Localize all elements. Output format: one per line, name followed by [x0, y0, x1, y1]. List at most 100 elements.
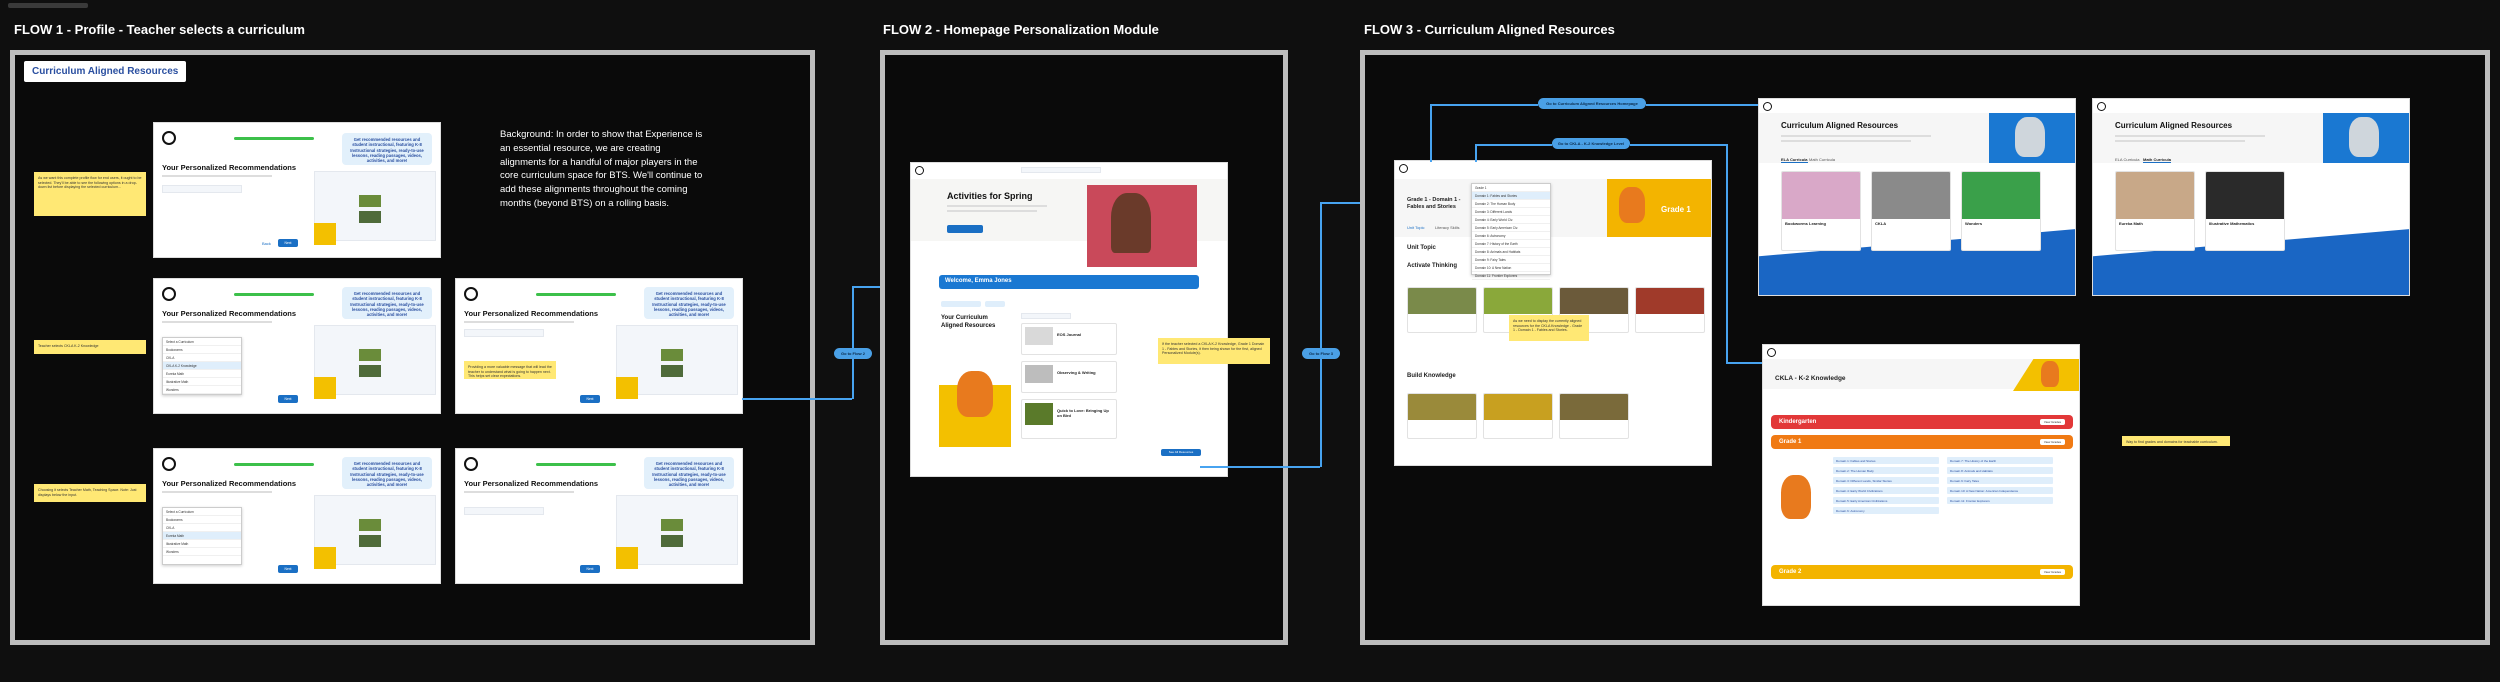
resource-card[interactable]: Observing & Writing [1021, 361, 1117, 393]
robot-mascot [957, 371, 993, 417]
brand-logo [1399, 164, 1408, 173]
curriculum-card[interactable]: Wonders [1961, 171, 2041, 251]
resource-title: Quick to Love: Bringing Up on Bird [1057, 408, 1109, 418]
view-grades-tag[interactable]: View Grades [2039, 439, 2065, 445]
domain-chip[interactable]: Domain 6: Astronomy [1833, 507, 1939, 514]
hero-title: Activities for Spring [947, 191, 1033, 201]
next-button[interactable]: Next [278, 239, 298, 247]
profile-screen-1: Your Personalized Recommendations Get re… [153, 122, 441, 258]
grade-row-grade-2[interactable]: Grade 2 View Grades [1771, 565, 2073, 579]
view-grades-tag[interactable]: View Grades [2039, 419, 2065, 425]
grade-row-kindergarten[interactable]: Kindergarten View Grades [1771, 415, 2073, 429]
brand-logo [2097, 102, 2106, 111]
flow-connector [1430, 104, 1538, 106]
info-bubble: Get recommended resources and student in… [342, 457, 432, 489]
resource-card[interactable] [1559, 393, 1629, 439]
next-button[interactable]: Next [278, 565, 298, 573]
welcome-text: Welcome, Emma Jones [945, 278, 1012, 284]
unit-heading: Grade 1 - Domain 1 - Fables and Stories [1407, 197, 1461, 211]
flow-connector [742, 398, 852, 400]
resource-card[interactable] [1635, 287, 1705, 333]
curriculum-card[interactable]: CKLA [1871, 171, 1951, 251]
thumbnail [661, 519, 683, 531]
domain-dropdown[interactable]: Grade 1 Domain 1: Fables and Stories Domai… [1471, 183, 1551, 280]
resource-title: EOS Journal [1057, 332, 1082, 337]
curriculum-dropdown[interactable]: Select a Curriculum Bookworms CKLA Eureka M… [162, 507, 242, 565]
curriculum-card[interactable]: Illustrative Mathematics [2205, 171, 2285, 251]
sticky-note: Choosing it selects Teacher Math, Teachi… [34, 484, 146, 502]
domain-chip[interactable]: Domain 2: The Human Body [1833, 467, 1939, 474]
robot-mascot [1781, 475, 1811, 519]
tab-ela[interactable]: ELA Curricula [2115, 157, 2139, 162]
car-screen-math: Curriculum Aligned Resources ELA Curricu… [2092, 98, 2410, 296]
domain-chip[interactable]: Domain 7: The History of the Earth [1947, 457, 2053, 464]
brand-logo [1763, 102, 1772, 111]
profile-screen-3: Your Personalized Recommendations Provid… [455, 278, 743, 414]
brand-logo [464, 287, 478, 301]
next-button[interactable]: Next [580, 395, 600, 403]
homepage-screen: Activities for Spring Welcome, Emma Jone… [910, 162, 1228, 477]
tab-math[interactable]: Math Curricula [1809, 157, 1835, 162]
thumbnail [661, 535, 683, 547]
filter-chip[interactable] [985, 301, 1005, 307]
resource-title: Observing & Writing [1057, 370, 1096, 375]
flow-connector [852, 286, 854, 399]
screen-title: Your Personalized Recommendations [464, 479, 599, 488]
explore-button[interactable] [947, 225, 983, 233]
tab-math[interactable]: Math Curricula [2143, 157, 2172, 163]
profile-screen-4: Your Personalized Recommendations Select… [153, 448, 441, 584]
next-button[interactable]: Next [580, 565, 600, 573]
ckla-screen: CKLA - K-2 Knowledge Kindergarten View G… [1762, 344, 2080, 606]
subtitle-line [464, 491, 574, 493]
view-grades-tag[interactable]: View Grades [2039, 569, 2065, 575]
info-bubble: Get recommended resources and student in… [644, 457, 734, 489]
tab-unit-topic[interactable]: Unit Topic [1407, 225, 1425, 230]
module-select[interactable] [1021, 313, 1071, 319]
curriculum-select[interactable] [162, 185, 242, 193]
domain-chip[interactable]: Domain 1: Fables and Stories [1833, 457, 1939, 464]
thumbnail [359, 535, 381, 547]
next-button[interactable]: Next [278, 395, 298, 403]
filter-chip[interactable] [941, 301, 981, 307]
domain-chip[interactable]: Domain 3: Different Lands, Similar Stori… [1833, 477, 1939, 484]
grade-badge: Grade 1 [1661, 205, 1691, 214]
resource-card[interactable] [1407, 393, 1477, 439]
thumbnail [1025, 403, 1053, 425]
tab-ela[interactable]: ELA Curricula [1781, 157, 1808, 163]
subtitle-line [162, 321, 272, 323]
ckla-title: CKLA - K-2 Knowledge [1775, 375, 1846, 382]
curriculum-select[interactable] [464, 507, 544, 515]
curriculum-card[interactable]: Eureka Math [2115, 171, 2195, 251]
card-title: CKLA [1875, 220, 1887, 226]
resource-card[interactable] [1407, 287, 1477, 333]
grade-row-grade-1[interactable]: Grade 1 View Grades [1771, 435, 2073, 449]
domain-chip[interactable]: Domain 4: Early World Civilizations [1833, 487, 1939, 494]
car-screen-ela: Curriculum Aligned Resources ELA Curricu… [1758, 98, 2076, 296]
thumbnail [1025, 327, 1053, 345]
curriculum-dropdown[interactable]: Select a Curriculum Bookworms CKLA CKLA K-2… [162, 337, 242, 395]
domain-chip[interactable]: Domain 10: A New Nation: American Indepe… [1947, 487, 2053, 494]
profile-screen-5: Your Personalized Recommendations Get re… [455, 448, 743, 584]
domain-chip[interactable]: Domain 5: Early American Civilizations [1833, 497, 1939, 504]
mascot-tile [314, 223, 336, 245]
tab-literacy-skills[interactable]: Literacy Skills [1435, 225, 1459, 230]
brand-logo [464, 457, 478, 471]
nav-pill-car[interactable]: Go to Curriculum Aligned Resources Homep… [1538, 98, 1646, 109]
domain-chip[interactable]: Domain 9: Fairy Tales [1947, 477, 2053, 484]
domain-chip[interactable]: Domain 11: Frontier Explorers [1947, 497, 2053, 504]
subtitle-line [464, 321, 574, 323]
hero-text [947, 205, 1047, 207]
nav-pill-ckla[interactable]: Go to CKLA - K-2 Knowledge Level [1552, 138, 1630, 149]
back-link[interactable]: Back [262, 241, 271, 246]
resource-card[interactable]: EOS Journal [1021, 323, 1117, 355]
brand-logo [1767, 348, 1776, 357]
domain-chip[interactable]: Domain 8: Animals and Habitats [1947, 467, 2053, 474]
curriculum-card[interactable]: Bookworms Learning [1781, 171, 1861, 251]
brand-logo [915, 166, 924, 175]
see-all-button[interactable]: See All Resources [1161, 449, 1201, 456]
curriculum-select[interactable] [464, 329, 544, 337]
search-bar[interactable] [1021, 167, 1101, 173]
resource-card[interactable] [1483, 393, 1553, 439]
resource-card[interactable]: Quick to Love: Bringing Up on Bird [1021, 399, 1117, 439]
car-title: Curriculum Aligned Resources [1781, 121, 1899, 130]
